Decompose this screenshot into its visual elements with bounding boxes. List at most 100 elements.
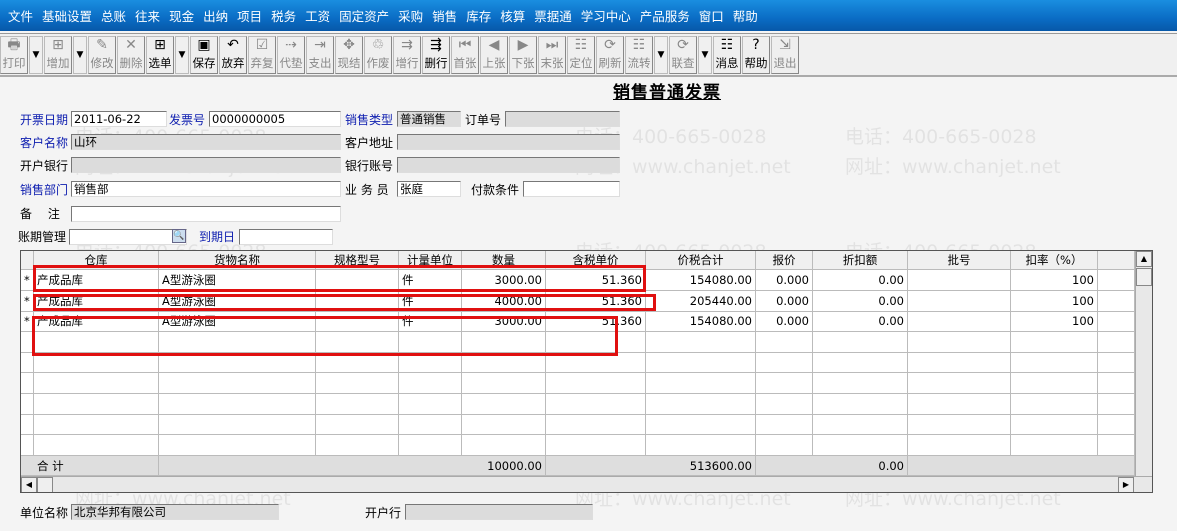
column-header[interactable]: 批号 [908, 251, 1011, 270]
menu-item[interactable]: 文件 [8, 6, 33, 25]
table-cell[interactable]: 产成品库 [34, 290, 159, 312]
search-icon[interactable]: 🔍 [172, 229, 186, 243]
table-cell[interactable] [316, 270, 399, 291]
menu-item[interactable]: 窗口 [699, 6, 724, 25]
table-cell[interactable] [908, 393, 1011, 415]
table-cell[interactable] [159, 373, 316, 394]
menu-item[interactable]: 往来 [135, 6, 160, 25]
table-cell[interactable] [908, 434, 1011, 456]
column-header[interactable]: 含税单价 [546, 251, 646, 270]
table-cell[interactable] [34, 434, 159, 456]
scroll-up-icon[interactable]: ▲ [1136, 251, 1152, 267]
vertical-scrollbar[interactable]: ▲ [1135, 251, 1152, 476]
table-cell[interactable] [813, 414, 908, 436]
table-cell[interactable]: 件 [399, 311, 462, 333]
table-cell[interactable] [316, 414, 399, 436]
due-date-field[interactable] [239, 229, 333, 245]
row-marker[interactable] [21, 393, 34, 415]
table-cell[interactable]: 0.00 [813, 290, 908, 312]
table-cell[interactable] [1011, 331, 1098, 353]
menu-item[interactable]: 基础设置 [42, 6, 92, 25]
menu-item[interactable]: 出纳 [203, 6, 228, 25]
bank-branch-field[interactable] [405, 504, 593, 520]
menu-item[interactable]: 项目 [237, 6, 262, 25]
dropdown-arrow-icon[interactable]: ▼ [698, 36, 712, 74]
首张-button[interactable]: ⏮ 首张 [451, 36, 479, 74]
table-cell[interactable] [646, 414, 756, 436]
table-cell[interactable] [34, 352, 159, 374]
table-cell[interactable] [908, 352, 1011, 374]
dropdown-arrow-icon[interactable]: ▼ [73, 36, 87, 74]
dropdown-arrow-icon[interactable]: ▼ [175, 36, 189, 74]
table-cell[interactable] [1011, 434, 1098, 456]
支出-button[interactable]: ⇥ 支出 [306, 36, 334, 74]
menu-item[interactable]: 现金 [169, 6, 194, 25]
menu-item[interactable]: 采购 [398, 6, 423, 25]
invoice-no-field[interactable]: 0000000005 [209, 111, 341, 127]
table-cell[interactable] [462, 331, 546, 353]
增加-button[interactable]: ⊞ 增加 [44, 36, 72, 74]
table-cell[interactable] [546, 393, 646, 415]
row-marker[interactable] [21, 331, 34, 353]
末张-button[interactable]: ⏭ 末张 [538, 36, 566, 74]
table-cell[interactable] [1011, 352, 1098, 374]
table-cell[interactable] [316, 311, 399, 333]
table-cell[interactable] [813, 393, 908, 415]
table-cell[interactable] [316, 352, 399, 374]
table-cell[interactable] [316, 393, 399, 415]
menu-item[interactable]: 票据通 [534, 6, 572, 25]
table-cell[interactable]: 0.000 [756, 311, 813, 333]
scroll-thumb-h[interactable] [37, 477, 53, 492]
bank-field[interactable] [71, 157, 341, 173]
table-cell[interactable]: 4000.00 [462, 290, 546, 312]
table-cell[interactable] [908, 414, 1011, 436]
table-cell[interactable] [34, 331, 159, 353]
menu-item[interactable]: 税务 [271, 6, 296, 25]
dropdown-arrow-icon[interactable]: ▼ [654, 36, 668, 74]
table-cell[interactable] [908, 290, 1011, 312]
上张-button[interactable]: ◀ 上张 [480, 36, 508, 74]
column-header[interactable]: 折扣额 [813, 251, 908, 270]
column-header[interactable]: 货物名称 [159, 251, 316, 270]
customer-field[interactable]: 山环 [71, 134, 341, 150]
修改-button[interactable]: ✎ 修改 [88, 36, 116, 74]
row-marker[interactable] [21, 352, 34, 374]
company-field[interactable]: 北京华邦有限公司 [71, 504, 279, 520]
增行-button[interactable]: ⇉ 增行 [393, 36, 421, 74]
table-cell[interactable] [813, 434, 908, 456]
menu-item[interactable]: 固定资产 [339, 6, 389, 25]
联查-button[interactable]: ⟳ 联查 [669, 36, 697, 74]
address-field[interactable] [397, 134, 620, 150]
table-cell[interactable]: 产成品库 [34, 311, 159, 333]
row-marker[interactable]: * [21, 290, 34, 312]
menu-item[interactable]: 产品服务 [640, 6, 690, 25]
table-cell[interactable] [646, 393, 756, 415]
table-cell[interactable]: 产成品库 [34, 270, 159, 291]
table-cell[interactable]: 0.00 [813, 270, 908, 291]
menu-item[interactable]: 工资 [305, 6, 330, 25]
table-cell[interactable] [546, 373, 646, 394]
column-header[interactable]: 计量单位 [399, 251, 462, 270]
remark-field[interactable] [71, 206, 341, 222]
table-cell[interactable] [756, 373, 813, 394]
table-cell[interactable] [462, 373, 546, 394]
消息-button[interactable]: ☷ 消息 [713, 36, 741, 74]
table-cell[interactable] [646, 331, 756, 353]
打印-button[interactable]: 🖶 打印 [0, 36, 28, 74]
table-cell[interactable] [399, 393, 462, 415]
column-header[interactable]: 仓库 [34, 251, 159, 270]
table-cell[interactable]: 100 [1011, 270, 1098, 291]
帮助-button[interactable]: ? 帮助 [742, 36, 770, 74]
table-cell[interactable] [756, 331, 813, 353]
table-cell[interactable] [399, 373, 462, 394]
table-cell[interactable] [462, 393, 546, 415]
table-cell[interactable]: A型游泳圈 [159, 290, 316, 312]
table-cell[interactable]: 51.360 [546, 270, 646, 291]
table-cell[interactable] [316, 434, 399, 456]
menu-item[interactable]: 总账 [101, 6, 126, 25]
table-cell[interactable]: 100 [1011, 311, 1098, 333]
table-cell[interactable] [34, 393, 159, 415]
保存-button[interactable]: ▣ 保存 [190, 36, 218, 74]
table-cell[interactable] [34, 373, 159, 394]
table-cell[interactable] [546, 414, 646, 436]
